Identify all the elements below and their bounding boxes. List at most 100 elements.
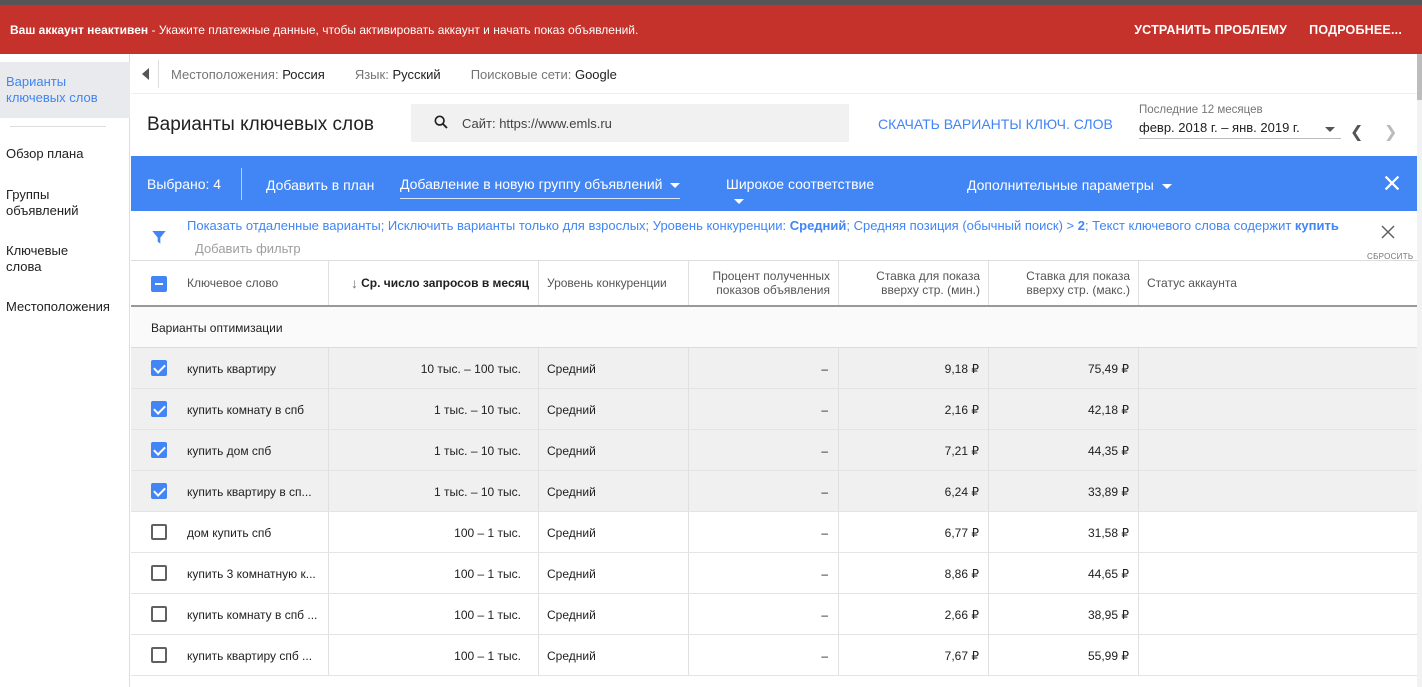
language-target[interactable]: Язык: Русский bbox=[355, 67, 441, 82]
add-filter-button[interactable]: Добавить фильтр bbox=[195, 241, 301, 256]
cell-status bbox=[1139, 553, 1417, 593]
keyword-value[interactable]: дом купить спб bbox=[187, 526, 271, 540]
search-input[interactable]: Сайт: https://www.emls.ru bbox=[411, 104, 849, 142]
table-row[interactable]: купить квартиру спб ... 100 – 1 тыс. Средн… bbox=[131, 635, 1417, 676]
table-row[interactable]: купить комнату в спб 1 тыс. – 10 тыс. Сред… bbox=[131, 389, 1417, 430]
cell-competition: Средний bbox=[539, 594, 689, 634]
low-value: 7,21 ₽ bbox=[944, 444, 979, 458]
cell-impr: – bbox=[689, 471, 839, 511]
column-bid-high[interactable]: Ставка для показа вверху стр. (макс.) bbox=[989, 261, 1139, 305]
row-checkbox[interactable] bbox=[151, 647, 167, 663]
table-row[interactable]: купить квартиру 10 тыс. – 100 тыс. Средний… bbox=[131, 348, 1417, 389]
row-checkbox[interactable] bbox=[151, 442, 167, 458]
table-row[interactable]: купить комнату в спб ... 100 – 1 тыс. Сред… bbox=[131, 594, 1417, 635]
sidebar-item-locations[interactable]: Местоположения bbox=[0, 299, 130, 315]
fix-problem-button[interactable]: УСТРАНИТЬ ПРОБЛЕМУ bbox=[1134, 23, 1287, 37]
cell-status bbox=[1139, 389, 1417, 429]
cell-searches: 1 тыс. – 10 тыс. bbox=[329, 430, 539, 470]
reset-filters-button[interactable]: СБРОСИТЬ bbox=[1367, 223, 1413, 261]
cell-impr: – bbox=[689, 348, 839, 388]
close-icon[interactable] bbox=[1381, 172, 1403, 194]
column-impression-share[interactable]: Процент полученных показов объявления bbox=[689, 261, 839, 305]
column-keyword[interactable]: Ключевое слово bbox=[131, 261, 329, 305]
low-value: 9,18 ₽ bbox=[944, 362, 979, 376]
locations-value: Россия bbox=[282, 67, 325, 82]
cell-competition: Средний bbox=[539, 635, 689, 675]
chevron-right-icon[interactable]: ❯ bbox=[1384, 122, 1397, 142]
alert-title: Ваш аккаунт неактивен bbox=[10, 23, 149, 37]
keyword-value[interactable]: купить комнату в спб bbox=[187, 403, 304, 417]
scrollbar-thumb[interactable] bbox=[1417, 54, 1422, 100]
select-all-checkbox[interactable] bbox=[151, 276, 167, 292]
searches-value: 10 тыс. – 100 тыс. bbox=[420, 362, 521, 376]
network-target[interactable]: Поисковые сети: Google bbox=[471, 67, 617, 82]
sort-down-icon: ↓ bbox=[351, 275, 358, 291]
keyword-value[interactable]: купить комнату в спб ... bbox=[187, 608, 317, 622]
cell-low: 6,24 ₽ bbox=[839, 471, 989, 511]
cell-high: 75,49 ₽ bbox=[989, 348, 1139, 388]
table-row[interactable]: купить дом спб 1 тыс. – 10 тыс. Средний – 7,… bbox=[131, 430, 1417, 471]
sidebar-item-keywords[interactable]: Ключевые слова bbox=[0, 243, 80, 275]
window-top-edge bbox=[0, 0, 1422, 5]
sidebar-divider bbox=[10, 126, 106, 127]
selection-toolbar: Выбрано: 4 Добавить в план Добавление в … bbox=[131, 156, 1417, 215]
cell-keyword: купить комнату в спб ... bbox=[131, 594, 329, 634]
ad-group-dropdown[interactable]: Добавление в новую группу объявлений bbox=[400, 176, 681, 199]
cell-low: 2,16 ₽ bbox=[839, 389, 989, 429]
row-checkbox[interactable] bbox=[151, 360, 167, 376]
match-type-dropdown[interactable]: Широкое соответствие bbox=[726, 176, 883, 215]
high-value: 44,35 ₽ bbox=[1088, 444, 1129, 458]
cell-competition: Средний bbox=[539, 471, 689, 511]
table-row[interactable]: купить квартиру в сп... 1 тыс. – 10 тыс. С… bbox=[131, 471, 1417, 512]
header-impression-share-line1: Процент полученных bbox=[712, 269, 830, 283]
advanced-options-dropdown[interactable]: Дополнительные параметры bbox=[967, 177, 1172, 193]
column-searches[interactable]: ↓ Ср. число запросов в месяц bbox=[329, 261, 539, 305]
sidebar-item-keyword-ideas[interactable]: Варианты ключевых слов bbox=[0, 62, 130, 118]
network-label: Поисковые сети: bbox=[470, 67, 572, 82]
keyword-value[interactable]: купить квартиру в сп... bbox=[187, 485, 312, 499]
cell-status bbox=[1139, 430, 1417, 470]
more-info-button[interactable]: ПОДРОБНЕЕ... bbox=[1309, 23, 1402, 37]
table-row[interactable]: дом купить спб 100 – 1 тыс. Средний – 6,77 ₽… bbox=[131, 512, 1417, 553]
language-label: Язык: bbox=[354, 67, 389, 82]
table-row[interactable]: купить 3 комнатную к... 100 – 1 тыс. Средн… bbox=[131, 553, 1417, 594]
header-bid-high-line1: Ставка для показа bbox=[1026, 269, 1130, 283]
row-checkbox[interactable] bbox=[151, 524, 167, 540]
competition-value: Средний bbox=[547, 608, 596, 622]
competition-value: Средний bbox=[547, 567, 596, 581]
row-checkbox[interactable] bbox=[151, 606, 167, 622]
download-keywords-button[interactable]: СКАЧАТЬ ВАРИАНТЫ КЛЮЧ. СЛОВ bbox=[878, 116, 1113, 132]
row-checkbox[interactable] bbox=[151, 483, 167, 499]
date-range-value[interactable]: февр. 2018 г. – янв. 2019 г. bbox=[1139, 120, 1341, 139]
keyword-value[interactable]: купить дом спб bbox=[187, 444, 271, 458]
keyword-value[interactable]: купить квартиру спб ... bbox=[187, 649, 312, 663]
high-value: 75,49 ₽ bbox=[1088, 362, 1129, 376]
competition-value: Средний bbox=[547, 649, 596, 663]
header-bid-low: Ставка для показа вверху стр. (мин.) bbox=[876, 269, 980, 297]
keyword-value[interactable]: купить квартиру bbox=[187, 362, 276, 376]
cell-low: 7,21 ₽ bbox=[839, 430, 989, 470]
cell-keyword: дом купить спб bbox=[131, 512, 329, 552]
column-bid-low[interactable]: Ставка для показа вверху стр. (мин.) bbox=[839, 261, 989, 305]
keyword-value[interactable]: купить 3 комнатную к... bbox=[187, 567, 316, 581]
row-checkbox[interactable] bbox=[151, 401, 167, 417]
sidebar-item-plan-overview[interactable]: Обзор плана bbox=[0, 146, 130, 162]
chevron-left-icon[interactable]: ❮ bbox=[1350, 122, 1363, 142]
sidebar-item-ad-groups[interactable]: Группы объявлений bbox=[0, 187, 80, 219]
scrollbar[interactable] bbox=[1417, 54, 1422, 687]
header-bid-high-line2: вверху стр. (макс.) bbox=[1026, 283, 1130, 297]
locations-label: Местоположения: bbox=[171, 67, 279, 82]
locations-target[interactable]: Местоположения: Россия bbox=[171, 67, 325, 82]
impr-value: – bbox=[821, 649, 828, 663]
impr-value: – bbox=[821, 485, 828, 499]
cell-searches: 100 – 1 тыс. bbox=[329, 594, 539, 634]
active-filters[interactable]: Показать отдаленные варианты; Исключить … bbox=[187, 218, 1339, 233]
cell-status bbox=[1139, 594, 1417, 634]
impr-value: – bbox=[821, 444, 828, 458]
row-checkbox[interactable] bbox=[151, 565, 167, 581]
collapse-sidebar-icon[interactable] bbox=[131, 60, 159, 88]
date-range-picker[interactable]: Последние 12 месяцев февр. 2018 г. – янв… bbox=[1139, 104, 1341, 139]
column-competition[interactable]: Уровень конкуренции bbox=[539, 261, 689, 305]
filter-icon[interactable] bbox=[151, 229, 167, 245]
column-status[interactable]: Статус аккаунта bbox=[1139, 261, 1417, 305]
